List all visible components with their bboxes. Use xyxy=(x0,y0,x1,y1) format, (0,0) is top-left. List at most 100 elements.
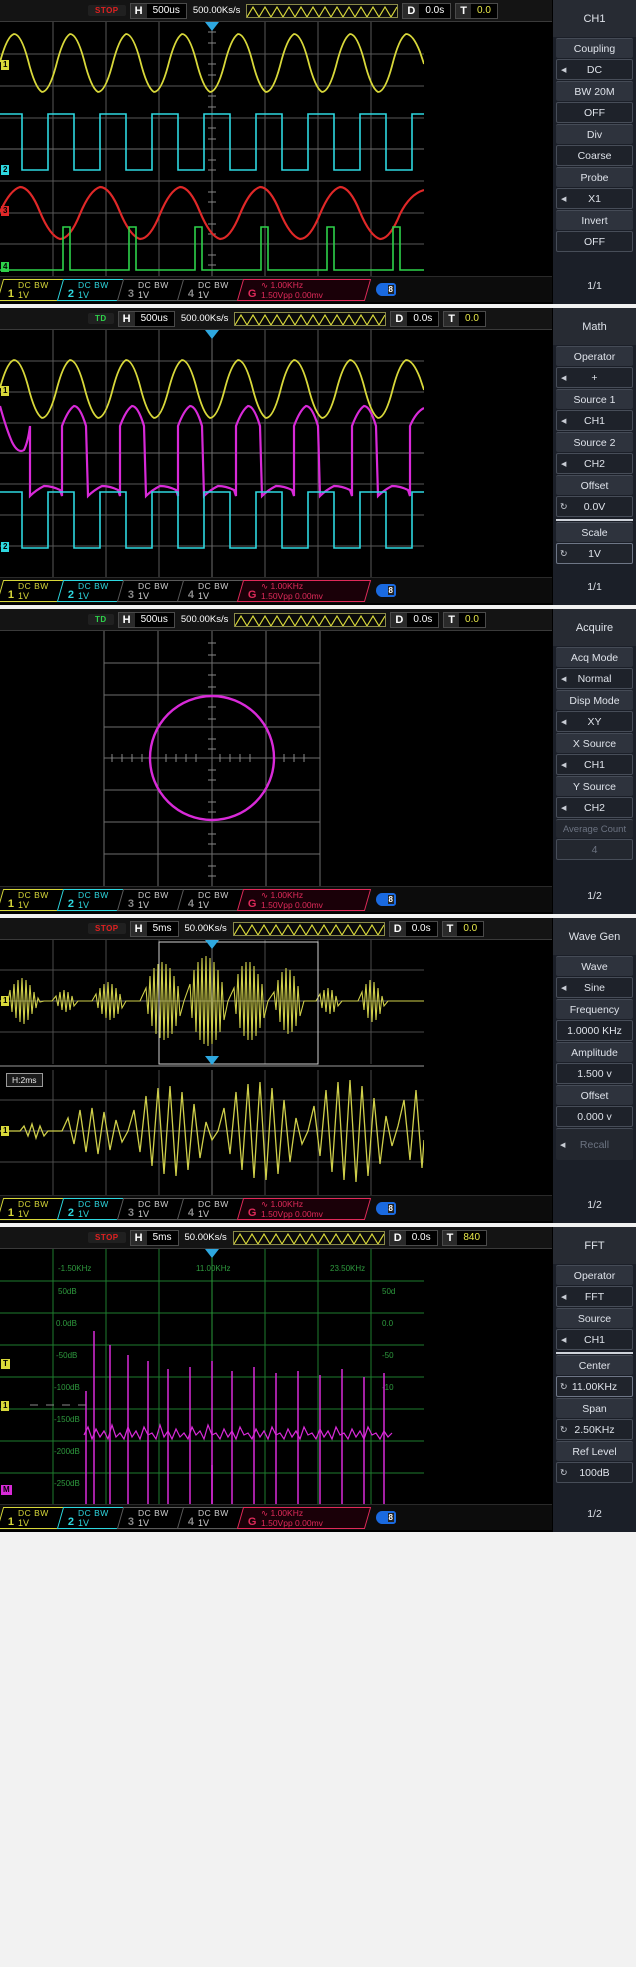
menu-value-span[interactable]: ↻2.50KHz xyxy=(556,1419,633,1440)
wave-gen-chip[interactable]: G ∿ 1.00KHz1.50Vpp 0.00mv xyxy=(237,889,371,911)
horizontal-scale-block[interactable]: H 500us xyxy=(130,3,187,19)
run-state-badge[interactable]: STOP xyxy=(88,5,126,16)
run-state-badge[interactable]: TD xyxy=(88,614,114,625)
trigger-level-block[interactable]: T 0.0 xyxy=(455,3,498,19)
zoom-trigger-marker[interactable] xyxy=(205,1056,219,1065)
menu-value-ref-level[interactable]: ↻100dB xyxy=(556,1462,633,1483)
menu-item-span[interactable]: Span xyxy=(556,1398,633,1418)
ch2-ground-marker[interactable]: 2 xyxy=(1,165,9,175)
menu-value-disp-mode[interactable]: ◀XY xyxy=(556,711,633,732)
trigger-level-block[interactable]: T 840 xyxy=(442,1230,487,1246)
run-state-badge[interactable]: TD xyxy=(88,313,114,324)
waveform-display[interactable]: 1 2 3 4 xyxy=(0,22,424,276)
delay-block[interactable]: D 0.0s xyxy=(402,3,451,19)
menu-item-disp-mode[interactable]: Disp Mode xyxy=(556,690,633,710)
ch3-ground-marker[interactable]: 3 xyxy=(1,206,9,216)
menu-value-source1[interactable]: ◀CH1 xyxy=(556,410,633,431)
trigger-position-marker[interactable] xyxy=(205,22,219,31)
ch1-ground-marker[interactable]: 1 xyxy=(1,1401,9,1411)
ch1-ground-marker[interactable]: 1 xyxy=(1,386,9,396)
menu-value-scale[interactable]: ↻1V xyxy=(556,543,633,564)
wave-gen-chip[interactable]: G ∿ 1.00KHz1.50Vpp 0.00mv xyxy=(237,580,371,602)
menu-value-frequency[interactable]: 1.0000 KHz xyxy=(556,1020,633,1041)
menu-item-y-source[interactable]: Y Source xyxy=(556,776,633,796)
trigger-level-block[interactable]: T 0.0 xyxy=(443,612,486,628)
memory-overview[interactable]: T xyxy=(246,4,398,18)
menu-item-div[interactable]: Div xyxy=(556,124,633,144)
menu-value-offset[interactable]: ↻0.0V xyxy=(556,496,633,517)
menu-item-offset[interactable]: Offset xyxy=(556,1085,633,1105)
ch1-ground-marker-main[interactable]: 1 xyxy=(1,996,9,1006)
wave-gen-chip[interactable]: G ∿ 1.00KHz1.50Vpp 0.00mv xyxy=(237,279,371,301)
trigger-position-marker[interactable] xyxy=(205,330,219,339)
ch4-ground-marker[interactable]: 4 xyxy=(1,262,9,272)
ch2-ground-marker[interactable]: 2 xyxy=(1,542,9,552)
menu-item-center[interactable]: Center xyxy=(556,1355,633,1375)
menu-item-coupling[interactable]: Coupling xyxy=(556,38,633,58)
delay-block[interactable]: D 0.0s xyxy=(389,1230,438,1246)
menu-value-source[interactable]: ◀CH1 xyxy=(556,1329,633,1350)
menu-item-source1[interactable]: Source 1 xyxy=(556,389,633,409)
menu-value-invert[interactable]: OFF xyxy=(556,231,633,252)
menu-value-acq-mode[interactable]: ◀Normal xyxy=(556,668,633,689)
menu-value-div[interactable]: Coarse xyxy=(556,145,633,166)
menu-item-frequency[interactable]: Frequency xyxy=(556,999,633,1019)
run-state-badge[interactable]: STOP xyxy=(88,923,126,934)
horizontal-scale-block[interactable]: H 500us xyxy=(118,311,175,327)
menu-item-offset[interactable]: Offset xyxy=(556,475,633,495)
menu-item-acq-mode[interactable]: Acq Mode xyxy=(556,647,633,667)
trigger-position-marker[interactable] xyxy=(205,1249,219,1258)
menu-value-probe[interactable]: ◀X1 xyxy=(556,188,633,209)
delay-block[interactable]: D 0.0s xyxy=(390,311,439,327)
wave-gen-chip[interactable]: G ∿ 1.00KHz1.50Vpp 0.00mv xyxy=(237,1198,371,1220)
menu-value-operator[interactable]: ◀+ xyxy=(556,367,633,388)
math-ground-marker[interactable]: M xyxy=(1,1485,12,1495)
menu-item-probe[interactable]: Probe xyxy=(556,167,633,187)
menu-item-ref-level[interactable]: Ref Level xyxy=(556,1441,633,1461)
menu-item-scale[interactable]: Scale xyxy=(556,522,633,542)
menu-value-offset[interactable]: 0.000 v xyxy=(556,1106,633,1127)
memory-overview[interactable]: T xyxy=(234,613,386,627)
menu-value-bandwidth[interactable]: OFF xyxy=(556,102,633,123)
trigger-level-block[interactable]: T 0.0 xyxy=(442,921,485,937)
menu-value-coupling[interactable]: ◀DC xyxy=(556,59,633,80)
menu-item-amplitude[interactable]: Amplitude xyxy=(556,1042,633,1062)
fft-display[interactable]: -1.50KHz 11.00KHz 23.50KHz 50dB 0.0dB -5… xyxy=(0,1249,424,1504)
menu-value-y-source[interactable]: ◀CH2 xyxy=(556,797,633,818)
menu-item-wave[interactable]: Wave xyxy=(556,956,633,976)
menu-item-source[interactable]: Source xyxy=(556,1308,633,1328)
menu-item-x-source[interactable]: X Source xyxy=(556,733,633,753)
horizontal-scale-block[interactable]: H 500us xyxy=(118,612,175,628)
menu-value-wave[interactable]: ◀Sine xyxy=(556,977,633,998)
memory-overview[interactable]: T xyxy=(234,312,386,326)
channel-scale: 1V xyxy=(138,290,169,300)
horizontal-scale-block[interactable]: H 5ms xyxy=(130,921,179,937)
memory-overview[interactable]: T xyxy=(233,1231,385,1245)
delay-block[interactable]: D 0.0s xyxy=(390,612,439,628)
menu-item-bandwidth[interactable]: BW 20M xyxy=(556,81,633,101)
run-state-badge[interactable]: STOP xyxy=(88,1232,126,1243)
memory-overview[interactable]: T xyxy=(233,922,385,936)
ch1-ground-marker-zoom[interactable]: 1 xyxy=(1,1126,9,1136)
menu-item-operator[interactable]: Operator xyxy=(556,346,633,366)
wave-gen-chip[interactable]: G ∿ 1.00KHz1.50Vpp 0.00mv xyxy=(237,1507,371,1529)
delay-block[interactable]: D 0.0s xyxy=(389,921,438,937)
menu-item-source2[interactable]: Source 2 xyxy=(556,432,633,452)
trigger-level-marker[interactable]: T xyxy=(1,1359,10,1369)
trigger-level-block[interactable]: T 0.0 xyxy=(443,311,486,327)
channel-number: 1 xyxy=(8,1516,14,1528)
menu-value-operator[interactable]: ◀FFT xyxy=(556,1286,633,1307)
menu-value-amplitude[interactable]: 1.500 v xyxy=(556,1063,633,1084)
trigger-position-marker[interactable] xyxy=(205,940,219,949)
menu-value-source2[interactable]: ◀CH2 xyxy=(556,453,633,474)
xy-display[interactable] xyxy=(0,631,424,886)
waveform-display[interactable]: H:2ms 1 1 xyxy=(0,940,424,1195)
menu-item-recall[interactable]: ◀Recall xyxy=(556,1128,633,1160)
waveform-display[interactable]: 1 2 xyxy=(0,330,424,577)
horizontal-scale-block[interactable]: H 5ms xyxy=(130,1230,179,1246)
menu-value-center[interactable]: ↻11.00KHz xyxy=(556,1376,633,1397)
menu-item-operator[interactable]: Operator xyxy=(556,1265,633,1285)
menu-value-x-source[interactable]: ◀CH1 xyxy=(556,754,633,775)
ch1-ground-marker[interactable]: 1 xyxy=(1,60,9,70)
menu-item-invert[interactable]: Invert xyxy=(556,210,633,230)
